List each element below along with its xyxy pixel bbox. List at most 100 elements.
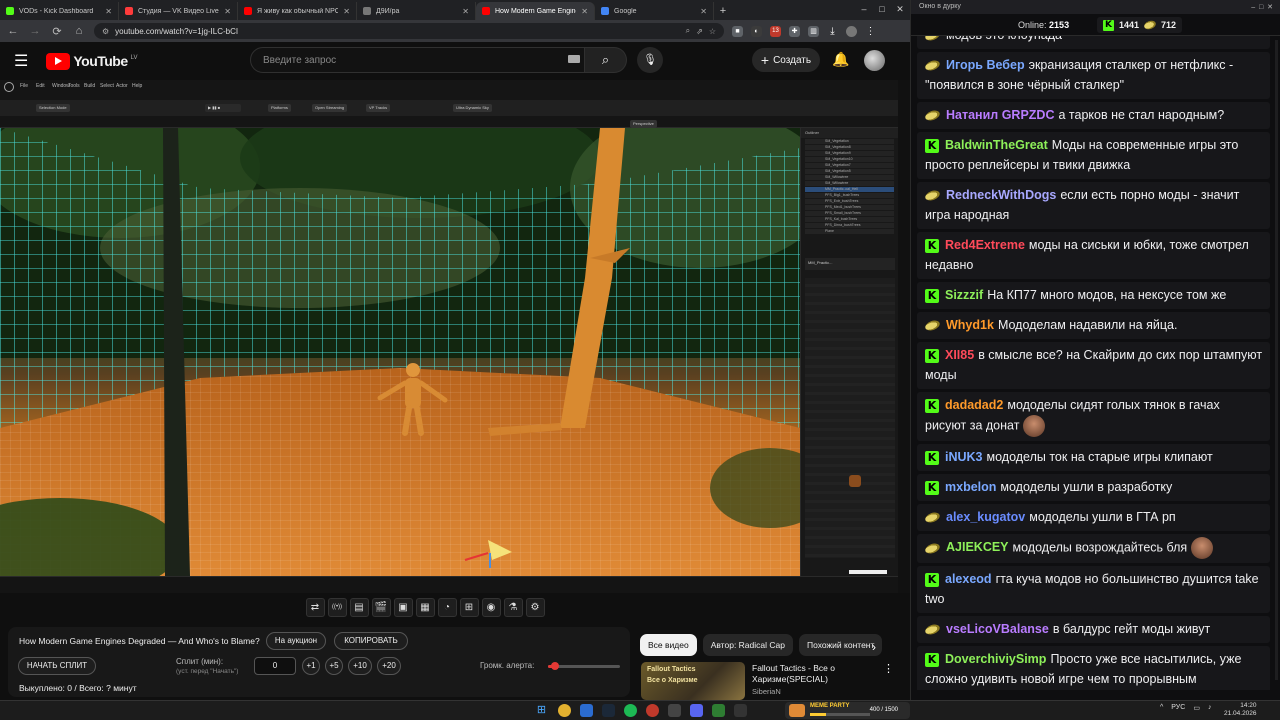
profile-avatar-icon[interactable] bbox=[846, 25, 857, 37]
copy-button[interactable]: КОПИРОВАТЬ bbox=[334, 632, 408, 650]
chat-scrollbar[interactable] bbox=[1275, 40, 1278, 680]
tab-close-icon[interactable]: ✕ bbox=[462, 7, 469, 16]
close-window-icon[interactable]: ✕ bbox=[888, 0, 912, 20]
search-input[interactable]: Введите запрос bbox=[250, 47, 585, 73]
chat-username[interactable]: RedneckWithDogs bbox=[946, 188, 1056, 202]
discord-icon[interactable] bbox=[690, 704, 703, 717]
video-player[interactable]: File Edit Window Tools Build Select Actor Help … bbox=[0, 80, 910, 593]
camera-icon[interactable]: ◉ bbox=[481, 597, 501, 617]
new-tab-button[interactable]: + bbox=[714, 2, 732, 20]
keyboard-icon[interactable] bbox=[568, 55, 580, 63]
recommended-title[interactable]: Fallout Tactics - Все о Харизме(SPECIAL) bbox=[752, 663, 872, 685]
browser-tab[interactable]: Студия — VK Видео Live ✕ bbox=[119, 2, 238, 20]
chat-username[interactable]: DoverchiviySimp bbox=[945, 652, 1046, 666]
chat-username[interactable]: XII85 bbox=[945, 348, 974, 362]
url-field[interactable]: ⚙ youtube.com/watch?v=1jg-ILC-bCI ⌕ ⇗ ☆ bbox=[94, 23, 724, 39]
chat-username[interactable]: Red4Extreme bbox=[945, 238, 1025, 252]
picture-in-picture-icon[interactable]: ▣ bbox=[393, 597, 413, 617]
chat-username[interactable]: Whyd1k bbox=[946, 318, 994, 332]
add-box-icon[interactable]: ⊞ bbox=[459, 597, 479, 617]
menu-dots-icon[interactable]: ⋮ bbox=[865, 26, 876, 37]
file-explorer-icon[interactable] bbox=[580, 704, 593, 717]
hamburger-menu-icon[interactable]: ☰ bbox=[14, 51, 28, 71]
tab-close-icon[interactable]: ✕ bbox=[224, 7, 231, 16]
chat-username[interactable]: alex_kugatov bbox=[946, 510, 1025, 524]
chat-username[interactable]: Игорь Вебер bbox=[946, 58, 1025, 72]
download-icon[interactable]: ⤓ bbox=[827, 26, 838, 37]
filter-chip[interactable]: Все видео bbox=[640, 634, 697, 656]
auction-button[interactable]: На аукцион bbox=[266, 632, 326, 650]
browser-tab[interactable]: Д9И/ра ✕ bbox=[357, 2, 476, 20]
flask-icon[interactable]: ⚗ bbox=[503, 597, 523, 617]
more-options-icon[interactable]: ⋮ bbox=[883, 662, 894, 675]
obs-icon[interactable] bbox=[646, 704, 659, 717]
split-minutes-input[interactable]: 0 bbox=[254, 657, 296, 675]
film-icon[interactable]: ▦ bbox=[415, 597, 435, 617]
app-icon[interactable] bbox=[734, 704, 747, 717]
broadcast-icon[interactable]: ((•)) bbox=[327, 597, 347, 617]
youtube-logo[interactable]: YouTube LV bbox=[46, 52, 138, 70]
extensions-puzzle-icon[interactable]: ✚ bbox=[789, 25, 800, 37]
chat-username[interactable]: vseLicoVBalanse bbox=[946, 622, 1049, 636]
recommended-channel[interactable]: SiberiaN bbox=[752, 687, 781, 696]
filter-chip[interactable]: Автор: Radical Cap bbox=[702, 634, 793, 656]
split-inc-button[interactable]: +5 bbox=[325, 657, 343, 675]
windows-start-icon[interactable]: ⊞ bbox=[535, 704, 548, 717]
chat-username[interactable]: AJIEKCEY bbox=[946, 540, 1009, 554]
chat-username[interactable]: BaldwinTheGreat bbox=[945, 138, 1048, 152]
chat-username[interactable]: Натанил GRPZDC bbox=[946, 108, 1054, 122]
tab-close-icon[interactable]: ✕ bbox=[105, 7, 112, 16]
playlist-play-icon[interactable]: ▤ bbox=[349, 597, 369, 617]
account-avatar[interactable] bbox=[864, 50, 885, 71]
taskbar-clock[interactable]: 14:20 21.04.2026 bbox=[1224, 702, 1257, 718]
voice-search-button[interactable]: 🎙 bbox=[637, 47, 663, 73]
tab-close-icon[interactable]: ✕ bbox=[700, 7, 707, 16]
back-icon[interactable]: ← bbox=[6, 25, 20, 37]
site-info-icon[interactable]: ⚙ bbox=[102, 27, 109, 36]
language-indicator[interactable]: РУС bbox=[1171, 704, 1185, 712]
forward-icon[interactable]: → bbox=[28, 25, 42, 37]
tab-close-icon[interactable]: ✕ bbox=[343, 7, 350, 16]
extension-icon[interactable]: ◐ bbox=[751, 25, 762, 37]
window-controls[interactable]: – □ ✕ bbox=[1251, 3, 1273, 11]
browser-tab[interactable]: How Modern Game Engines De ✕ bbox=[476, 2, 595, 20]
recommended-video[interactable]: Fallout Tactics Все о Харизме Fallout Ta… bbox=[641, 660, 903, 700]
share-icon[interactable]: ⇗ bbox=[696, 27, 703, 36]
app-icon[interactable] bbox=[712, 704, 725, 717]
spotify-icon[interactable] bbox=[624, 704, 637, 717]
steam-icon[interactable] bbox=[602, 704, 615, 717]
home-icon[interactable]: ⌂ bbox=[72, 25, 86, 37]
speed-icon[interactable]: ◔ bbox=[437, 597, 457, 617]
notifications-bell-icon[interactable]: 🔔 bbox=[832, 51, 849, 68]
sidebar-icon[interactable]: ▥ bbox=[808, 25, 819, 37]
reload-icon[interactable]: ⟳ bbox=[50, 25, 64, 38]
clapperboard-icon[interactable]: 🎬 bbox=[371, 597, 391, 617]
search-button[interactable]: ⌕ bbox=[585, 47, 627, 73]
chat-username[interactable]: alexeod bbox=[945, 572, 992, 586]
app-icon[interactable] bbox=[668, 704, 681, 717]
repeat-icon[interactable]: ⇄ bbox=[305, 597, 325, 617]
browser-tab[interactable]: Я живу как обычный NPC в Ки ✕ bbox=[238, 2, 357, 20]
split-inc-button[interactable]: +1 bbox=[302, 657, 320, 675]
volume-icon[interactable]: ♪ bbox=[1208, 704, 1212, 712]
gear-icon[interactable]: ⚙ bbox=[525, 597, 545, 617]
start-split-button[interactable]: НАЧАТЬ СПЛИТ bbox=[18, 657, 96, 675]
chat-username[interactable]: mxbelon bbox=[945, 480, 996, 494]
alert-volume-slider[interactable] bbox=[548, 662, 620, 670]
video-scrollbar[interactable] bbox=[898, 80, 910, 593]
split-inc-button[interactable]: +10 bbox=[348, 657, 372, 675]
network-icon[interactable]: ▭ bbox=[1193, 704, 1200, 712]
tray-chevron-icon[interactable]: ^ bbox=[1160, 704, 1163, 712]
create-button[interactable]: + Создать bbox=[752, 48, 820, 72]
zoom-icon[interactable]: ⌕ bbox=[686, 26, 690, 36]
volume-knob[interactable] bbox=[551, 662, 560, 670]
chat-username[interactable]: Sizzzif bbox=[945, 288, 983, 302]
browser-tab[interactable]: VODs - Kick Dashboard ✕ bbox=[0, 2, 119, 20]
chevron-right-icon[interactable]: › bbox=[872, 640, 876, 654]
extension-icon[interactable]: ■ bbox=[732, 25, 743, 37]
bookmark-star-icon[interactable]: ☆ bbox=[709, 27, 716, 36]
chat-username[interactable]: iNUK3 bbox=[945, 450, 983, 464]
filter-chip[interactable]: Похожий контент bbox=[798, 634, 883, 656]
chrome-icon[interactable] bbox=[558, 704, 571, 717]
split-inc-button[interactable]: +20 bbox=[377, 657, 401, 675]
